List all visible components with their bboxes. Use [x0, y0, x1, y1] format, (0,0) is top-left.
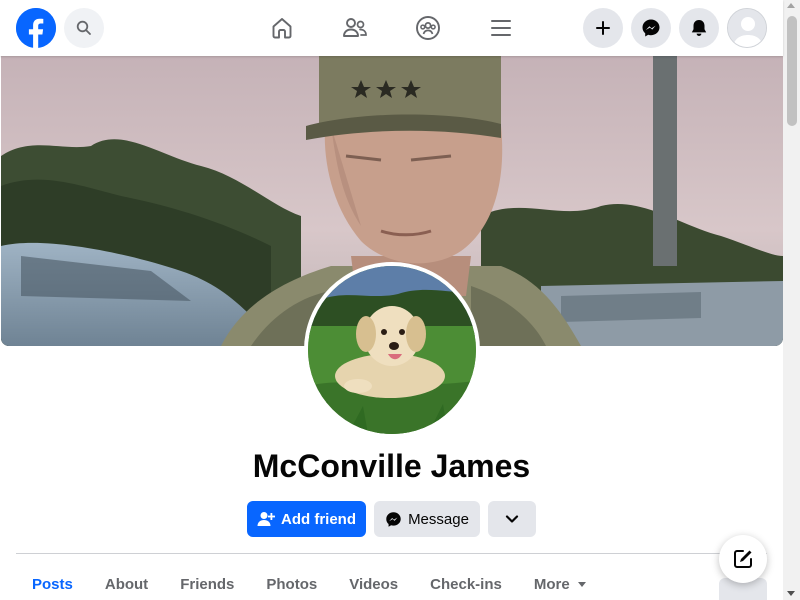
scroll-down-arrow-icon[interactable] [787, 591, 795, 596]
create-button[interactable] [583, 8, 623, 48]
avatar-icon [728, 9, 766, 47]
new-message-button[interactable] [719, 535, 767, 583]
more-actions-button[interactable] [488, 501, 536, 537]
menu-icon [491, 20, 511, 36]
facebook-logo-icon[interactable] [16, 8, 56, 48]
home-icon [272, 18, 292, 39]
messenger-icon [642, 19, 660, 37]
tab-posts[interactable]: Posts [16, 562, 89, 600]
message-label: Message [408, 510, 469, 528]
menu-nav-button[interactable] [481, 8, 521, 48]
add-friend-button[interactable]: Add friend [247, 501, 366, 537]
messenger-button[interactable] [631, 8, 671, 48]
home-nav-button[interactable] [262, 8, 302, 48]
chevron-down-icon [505, 515, 519, 523]
tab-check-ins[interactable]: Check-ins [414, 562, 518, 600]
top-navigation-bar [0, 0, 783, 56]
add-friend-icon [257, 511, 275, 527]
tab-videos[interactable]: Videos [333, 562, 414, 600]
tab-friends[interactable]: Friends [164, 562, 250, 600]
add-friend-label: Add friend [281, 510, 356, 528]
profile-picture[interactable] [304, 262, 480, 438]
scroll-thumb[interactable] [787, 16, 797, 126]
caret-down-icon [577, 582, 586, 587]
search-button[interactable] [64, 8, 104, 48]
profile-name: McConville James [252, 448, 531, 484]
search-icon [76, 20, 91, 35]
scroll-up-arrow-icon[interactable] [787, 3, 795, 8]
groups-nav-button[interactable] [408, 8, 448, 48]
friends-icon [343, 18, 367, 37]
plus-icon [596, 21, 610, 35]
account-avatar[interactable] [727, 8, 767, 48]
bell-icon [691, 20, 707, 36]
tab-more-label: More [533, 576, 570, 593]
notifications-button[interactable] [679, 8, 719, 48]
tab-more[interactable]: More [518, 562, 602, 600]
profile-tabs: Posts About Friends Photos Videos Check-… [16, 562, 602, 600]
tab-about[interactable]: About [89, 562, 164, 600]
friends-nav-button[interactable] [335, 8, 375, 48]
message-button[interactable]: Message [374, 501, 480, 537]
messenger-icon [385, 511, 402, 528]
page-scrollbar[interactable] [783, 0, 800, 600]
tab-photos[interactable]: Photos [250, 562, 333, 600]
divider [16, 553, 767, 554]
groups-icon [416, 16, 440, 40]
compose-icon [734, 550, 752, 568]
puppy-photo [308, 266, 476, 434]
